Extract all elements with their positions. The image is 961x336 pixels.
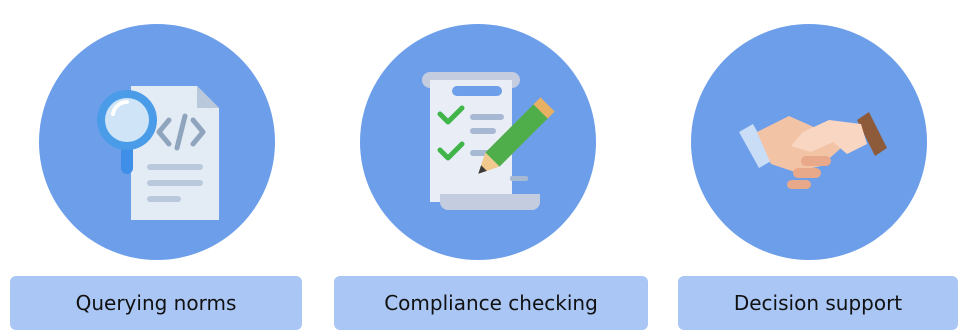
- feature-circle: [360, 24, 596, 260]
- feature-card-querying-norms: Querying norms: [10, 0, 302, 336]
- feature-circle: [39, 24, 275, 260]
- feature-label: Compliance checking: [334, 276, 648, 330]
- checklist-pencil-icon: [422, 72, 555, 210]
- feature-label: Querying norms: [10, 276, 302, 330]
- handshake-icon: [739, 112, 887, 189]
- feature-circle: [691, 24, 927, 260]
- feature-card-compliance-checking: Compliance checking: [334, 0, 648, 336]
- feature-card-decision-support: Decision support: [667, 0, 958, 336]
- document-search-icon: [97, 86, 219, 220]
- feature-label: Decision support: [678, 276, 958, 330]
